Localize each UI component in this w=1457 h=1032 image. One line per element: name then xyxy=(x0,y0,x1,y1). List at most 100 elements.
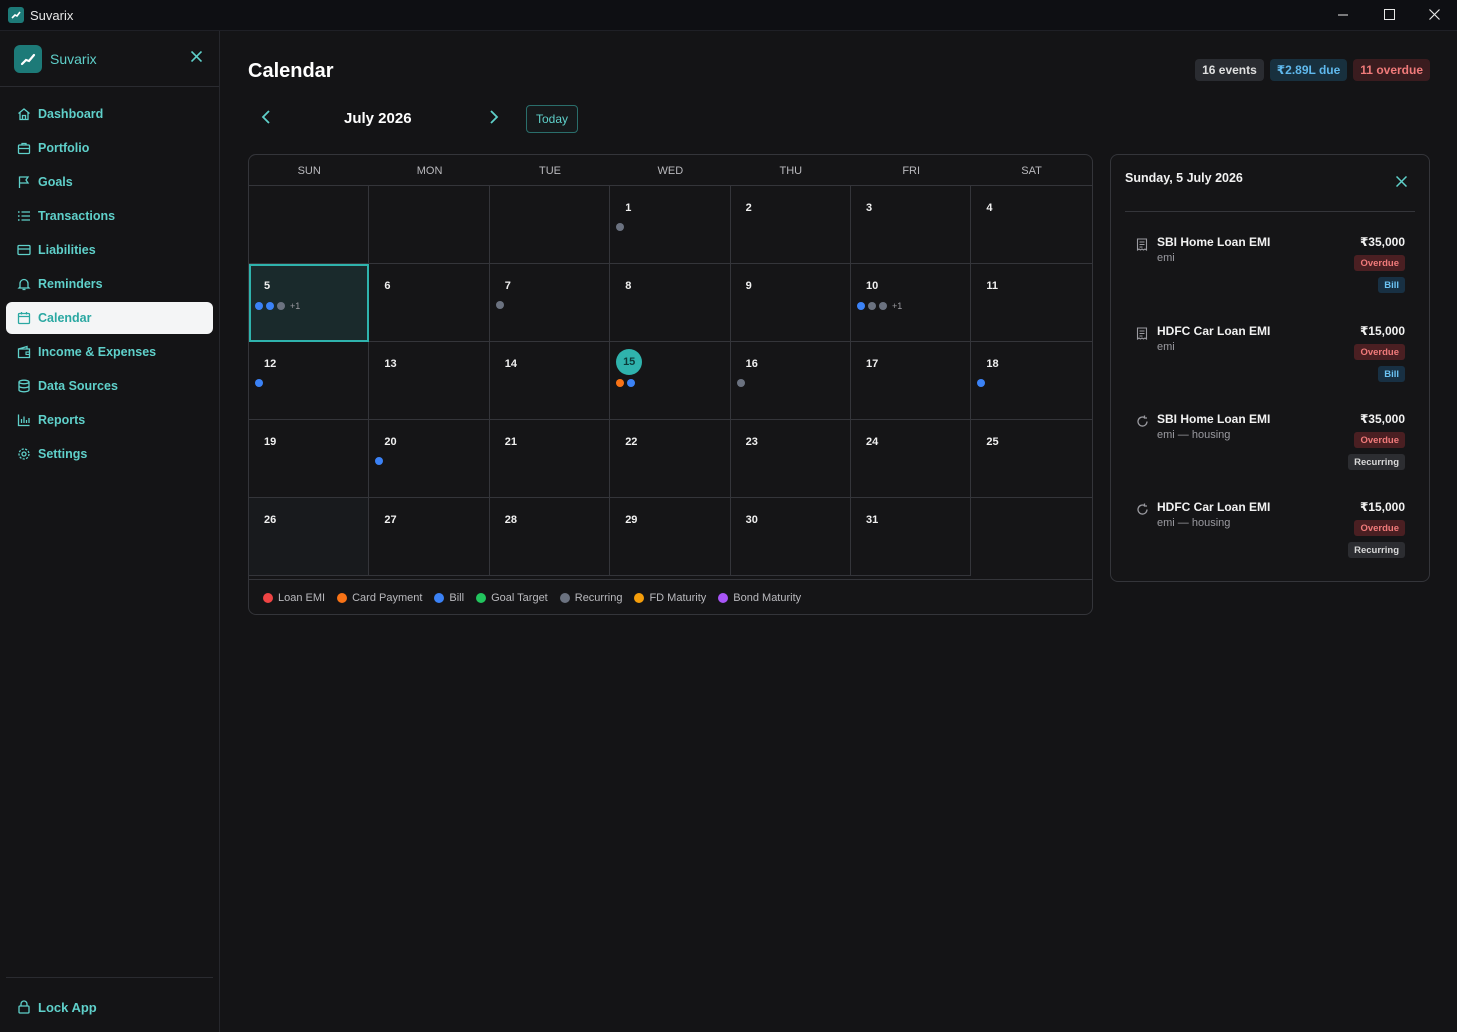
calendar-day-12[interactable]: 12 xyxy=(249,342,370,420)
calendar-day-empty xyxy=(489,186,611,264)
wallet-icon xyxy=(16,344,32,360)
sidebar-item-transactions[interactable]: Transactions xyxy=(6,200,213,232)
collapse-sidebar-button[interactable] xyxy=(188,50,204,66)
calendar-day-17[interactable]: 17 xyxy=(851,342,972,420)
lock-app-button[interactable]: Lock App xyxy=(16,999,97,1015)
calendar-day-27[interactable]: 27 xyxy=(369,498,490,576)
weekday-label: WED xyxy=(657,164,684,177)
minimize-icon xyxy=(1338,7,1348,25)
calendar-day-7[interactable]: 7 xyxy=(489,264,611,342)
calendar-day-22[interactable]: 22 xyxy=(610,420,731,498)
brand[interactable]: Suvarix xyxy=(14,45,97,73)
sidebar-item-settings[interactable]: Settings xyxy=(6,438,213,470)
legend-color-dot xyxy=(476,592,487,603)
recurring-event-dot xyxy=(495,301,504,309)
calendar-day-21[interactable]: 21 xyxy=(489,420,611,498)
calendar-day-9[interactable]: 9 xyxy=(730,264,851,342)
calendar-day-13[interactable]: 13 xyxy=(369,342,490,420)
event-item[interactable]: HDFC Car Loan EMI emi ₹15,000 Overdue Bill xyxy=(1111,324,1429,404)
calendar-day-11[interactable]: 11 xyxy=(971,264,1092,342)
today-button[interactable]: Today xyxy=(526,105,578,133)
calendar-day-14[interactable]: 14 xyxy=(489,342,611,420)
sidebar-item-label: Settings xyxy=(38,447,88,461)
day-number: 9 xyxy=(745,280,752,292)
month-label: July 2026 xyxy=(344,110,412,127)
sidebar-item-dashboard[interactable]: Dashboard xyxy=(6,98,213,130)
refresh-icon xyxy=(1135,414,1149,428)
overdue-count-badge: 11 overdue xyxy=(1353,59,1430,81)
sidebar-item-liabilities[interactable]: Liabilities xyxy=(6,234,213,266)
sidebar-item-label: Liabilities xyxy=(38,243,96,257)
event-item[interactable]: SBI Home Loan EMI emi ₹35,000 Overdue Bill xyxy=(1111,235,1429,315)
legend-item-loan: Loan EMI xyxy=(263,592,325,604)
sidebar-item-reminders[interactable]: Reminders xyxy=(6,268,213,300)
event-dots: +1 xyxy=(255,301,300,311)
more-events-count: +1 xyxy=(290,301,301,311)
sidebar-item-reports[interactable]: Reports xyxy=(6,404,213,436)
page-title: Calendar xyxy=(248,60,334,82)
sidebar-divider xyxy=(0,86,219,87)
calendar-day-8[interactable]: 8 xyxy=(610,264,731,342)
calendar-day-3[interactable]: 3 xyxy=(851,186,972,264)
overdue-badge: Overdue xyxy=(1354,255,1405,271)
event-name: HDFC Car Loan EMI xyxy=(1157,324,1271,338)
calendar-icon xyxy=(16,310,32,326)
bill-event-dot xyxy=(627,379,636,387)
bill-event-dot xyxy=(857,302,865,310)
day-number: 10 xyxy=(866,280,879,292)
close-window-button[interactable] xyxy=(1411,0,1457,31)
sidebar-item-calendar[interactable]: Calendar xyxy=(6,302,213,334)
sidebar-item-goals[interactable]: Goals xyxy=(6,166,213,198)
event-item[interactable]: SBI Home Loan EMI emi — housing ₹35,000 Ove… xyxy=(1111,412,1429,492)
maximize-button[interactable] xyxy=(1366,0,1412,31)
events-count-badge: 16 events xyxy=(1195,59,1264,81)
sidebar-item-portfolio[interactable]: Portfolio xyxy=(6,132,213,164)
event-amount: ₹15,000 xyxy=(1359,324,1405,338)
calendar-day-24[interactable]: 24 xyxy=(851,420,972,498)
day-number: 29 xyxy=(625,514,638,526)
close-icon xyxy=(1395,174,1407,192)
calendar-day-30[interactable]: 30 xyxy=(730,498,851,576)
calendar-day-23[interactable]: 23 xyxy=(730,420,851,498)
panel-divider xyxy=(1125,211,1415,212)
weekday-label: TUE xyxy=(538,164,561,177)
sidebar-item-income-expenses[interactable]: Income & Expenses xyxy=(6,336,213,368)
calendar-day-6[interactable]: 6 xyxy=(369,264,490,342)
recurring-event-dot xyxy=(868,302,876,310)
day-number: 19 xyxy=(264,436,277,448)
more-events-count: +1 xyxy=(892,301,903,311)
calendar-day-4[interactable]: 4 xyxy=(971,186,1092,264)
calendar-day-10[interactable]: 10 +1 xyxy=(851,264,972,342)
chevron-right-icon xyxy=(489,109,499,129)
calendar-day-28[interactable]: 28 xyxy=(489,498,611,576)
calendar-day-26[interactable]: 26 xyxy=(249,498,370,576)
next-month-button[interactable] xyxy=(484,109,504,129)
sidebar-divider xyxy=(6,977,213,978)
calendar-day-20[interactable]: 20 xyxy=(369,420,490,498)
sidebar-item-data-sources[interactable]: Data Sources xyxy=(6,370,213,402)
calendar-day-5[interactable]: 5 +1 xyxy=(249,264,370,342)
calendar-day-31[interactable]: 31 xyxy=(851,498,972,576)
weekday-header: SUN MON TUE WED THU FRI SAT xyxy=(249,155,1092,186)
calendar-day-18[interactable]: 18 xyxy=(971,342,1092,420)
previous-month-button[interactable] xyxy=(256,109,276,129)
calendar-day-16[interactable]: 16 xyxy=(730,342,851,420)
calendar-day-2[interactable]: 2 xyxy=(730,186,851,264)
window-title: Suvarix xyxy=(30,7,74,23)
day-number: 24 xyxy=(866,436,879,448)
calendar-day-29[interactable]: 29 xyxy=(610,498,731,576)
legend-label: Bill xyxy=(449,591,465,604)
close-panel-button[interactable] xyxy=(1393,175,1409,191)
day-number: 16 xyxy=(745,358,758,370)
calendar-day-15[interactable]: 15 xyxy=(610,342,731,420)
calendar-day-19[interactable]: 19 xyxy=(249,420,370,498)
event-item[interactable]: HDFC Car Loan EMI emi — housing ₹15,000 Ove… xyxy=(1111,500,1429,580)
amount-due-badge: ₹2.89L due xyxy=(1269,59,1348,81)
receipt-icon xyxy=(1135,237,1149,251)
sidebar-item-label: Calendar xyxy=(38,311,92,325)
calendar-day-25[interactable]: 25 xyxy=(971,420,1092,498)
minimize-button[interactable] xyxy=(1320,0,1366,31)
sidebar-item-label: Data Sources xyxy=(38,379,118,393)
brand-name: Suvarix xyxy=(50,51,97,67)
calendar-day-1[interactable]: 1 xyxy=(610,186,731,264)
